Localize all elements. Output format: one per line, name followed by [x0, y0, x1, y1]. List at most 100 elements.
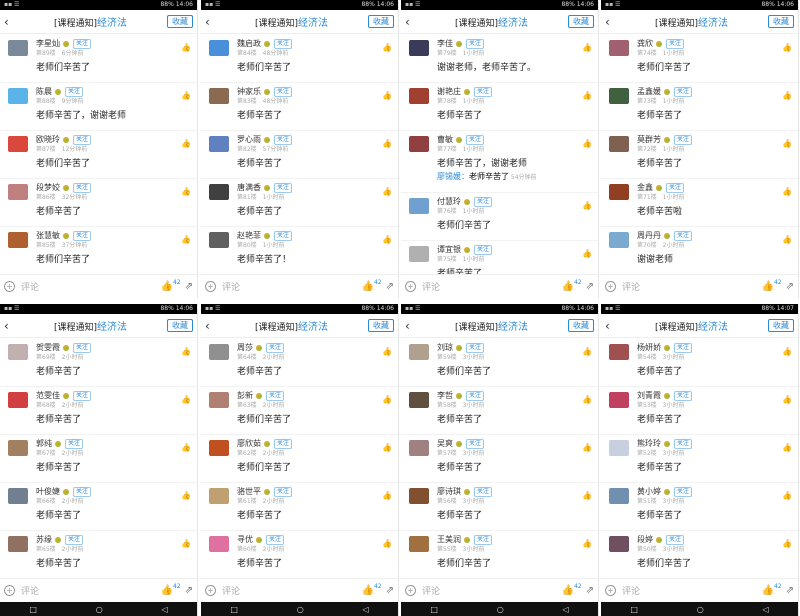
- commenter-name[interactable]: 熊玲玲: [637, 438, 661, 449]
- comment-list[interactable]: 李佳 关注 第79楼 1小时前 谢谢老师，老师辛苦了。 👍 谢艳庄 关注 第78…: [401, 35, 598, 274]
- commenter-name[interactable]: 欧晓玲: [36, 134, 60, 145]
- commenter-name[interactable]: 彭新: [237, 390, 253, 401]
- comment-list[interactable]: 李星灿 关注 第89楼 6分钟前 老师们辛苦了 👍 陈晨 关注 第88楼 9分钟…: [0, 35, 197, 274]
- comment-input[interactable]: 评论: [622, 584, 762, 597]
- like-icon[interactable]: 👍: [582, 347, 592, 356]
- avatar[interactable]: [609, 440, 629, 456]
- like-icon[interactable]: 👍: [181, 187, 191, 196]
- avatar[interactable]: [609, 88, 629, 104]
- follow-button[interactable]: 关注: [674, 486, 693, 497]
- commenter-name[interactable]: 黄小婷: [637, 486, 661, 497]
- avatar[interactable]: [609, 136, 629, 152]
- back-nav-icon[interactable]: ◁: [562, 605, 568, 614]
- commenter-name[interactable]: 骆世平: [237, 486, 261, 497]
- avatar[interactable]: [409, 246, 429, 262]
- like-thumb-icon[interactable]: 👍: [362, 585, 374, 596]
- like-icon[interactable]: 👍: [181, 395, 191, 404]
- commenter-name[interactable]: 李哲: [437, 390, 453, 401]
- like-thumb-icon[interactable]: 👍: [562, 585, 574, 596]
- avatar[interactable]: [209, 232, 229, 248]
- commenter-name[interactable]: 谭宜银: [437, 244, 461, 255]
- avatar[interactable]: [209, 392, 229, 408]
- commenter-name[interactable]: 唐满香: [237, 182, 261, 193]
- follow-button[interactable]: 关注: [674, 86, 693, 97]
- follow-button[interactable]: 关注: [73, 182, 92, 193]
- follow-button[interactable]: 关注: [474, 86, 493, 97]
- share-icon[interactable]: ⇗: [386, 585, 394, 596]
- avatar[interactable]: [409, 344, 429, 360]
- recents-icon[interactable]: □: [430, 605, 438, 614]
- favorite-button[interactable]: 收藏: [768, 319, 794, 332]
- avatar[interactable]: [209, 40, 229, 56]
- back-arrow-icon[interactable]: ‹: [605, 15, 615, 29]
- commenter-name[interactable]: 段婷: [637, 534, 653, 545]
- like-icon[interactable]: 👍: [181, 443, 191, 452]
- back-nav-icon[interactable]: ◁: [762, 605, 768, 614]
- back-arrow-icon[interactable]: ‹: [4, 319, 14, 333]
- avatar[interactable]: [609, 232, 629, 248]
- avatar[interactable]: [609, 344, 629, 360]
- avatar[interactable]: [609, 184, 629, 200]
- like-icon[interactable]: 👍: [782, 443, 792, 452]
- comment-list[interactable]: 贺雯霞 关注 第69楼 2小时前 老师辛苦了 👍 范雯佳 关注 第68楼 2小时…: [0, 339, 197, 578]
- favorite-button[interactable]: 收藏: [167, 319, 193, 332]
- favorite-button[interactable]: 收藏: [568, 319, 594, 332]
- add-icon[interactable]: +: [205, 585, 216, 596]
- avatar[interactable]: [8, 184, 28, 200]
- like-icon[interactable]: 👍: [782, 91, 792, 100]
- commenter-name[interactable]: 周莎: [237, 342, 253, 353]
- follow-button[interactable]: 关注: [674, 342, 693, 353]
- share-icon[interactable]: ⇗: [586, 585, 594, 596]
- commenter-name[interactable]: 罗心雨: [237, 134, 261, 145]
- avatar[interactable]: [209, 344, 229, 360]
- share-icon[interactable]: ⇗: [786, 585, 794, 596]
- comment-input[interactable]: 评论: [422, 584, 562, 597]
- commenter-name[interactable]: 廖欣茹: [237, 438, 261, 449]
- follow-button[interactable]: 关注: [266, 534, 285, 545]
- like-icon[interactable]: 👍: [382, 443, 392, 452]
- like-icon[interactable]: 👍: [582, 139, 592, 148]
- follow-button[interactable]: 关注: [65, 534, 84, 545]
- add-icon[interactable]: +: [205, 281, 216, 292]
- favorite-button[interactable]: 收藏: [368, 15, 394, 28]
- follow-button[interactable]: 关注: [274, 438, 293, 449]
- commenter-name[interactable]: 贺雯霞: [36, 342, 60, 353]
- follow-button[interactable]: 关注: [474, 196, 493, 207]
- home-icon[interactable]: ○: [297, 605, 304, 614]
- like-icon[interactable]: 👍: [382, 491, 392, 500]
- share-icon[interactable]: ⇗: [185, 281, 193, 292]
- avatar[interactable]: [209, 88, 229, 104]
- follow-button[interactable]: 关注: [274, 38, 293, 49]
- commenter-name[interactable]: 王美润: [437, 534, 461, 545]
- back-arrow-icon[interactable]: ‹: [205, 15, 215, 29]
- comment-list[interactable]: 周莎 关注 第64楼 2小时前 老师辛苦了 👍 彭新 关注 第63楼 2小时前 …: [201, 339, 398, 578]
- like-icon[interactable]: 👍: [782, 539, 792, 548]
- avatar[interactable]: [409, 136, 429, 152]
- comment-input[interactable]: 评论: [222, 584, 362, 597]
- avatar[interactable]: [409, 440, 429, 456]
- add-icon[interactable]: +: [605, 281, 616, 292]
- like-icon[interactable]: 👍: [382, 539, 392, 548]
- home-icon[interactable]: ○: [497, 605, 504, 614]
- avatar[interactable]: [209, 440, 229, 456]
- follow-button[interactable]: 关注: [474, 244, 493, 255]
- follow-button[interactable]: 关注: [466, 438, 485, 449]
- follow-button[interactable]: 关注: [65, 86, 84, 97]
- like-icon[interactable]: 👍: [782, 347, 792, 356]
- share-icon[interactable]: ⇗: [586, 281, 594, 292]
- commenter-name[interactable]: 吴爽: [437, 438, 453, 449]
- follow-button[interactable]: 关注: [274, 230, 293, 241]
- like-icon[interactable]: 👍: [382, 91, 392, 100]
- commenter-name[interactable]: 谢艳庄: [437, 86, 461, 97]
- like-icon[interactable]: 👍: [382, 235, 392, 244]
- comment-list[interactable]: 魏启政 关注 第84楼 48分钟前 老师们辛苦了 👍 钟家乐 关注 第83楼 4…: [201, 35, 398, 274]
- follow-button[interactable]: 关注: [274, 182, 293, 193]
- follow-button[interactable]: 关注: [474, 486, 493, 497]
- like-icon[interactable]: 👍: [181, 347, 191, 356]
- like-icon[interactable]: 👍: [782, 491, 792, 500]
- commenter-name[interactable]: 周丹丹: [637, 230, 661, 241]
- follow-button[interactable]: 关注: [73, 230, 92, 241]
- add-icon[interactable]: +: [405, 585, 416, 596]
- back-arrow-icon[interactable]: ‹: [205, 319, 215, 333]
- avatar[interactable]: [8, 136, 28, 152]
